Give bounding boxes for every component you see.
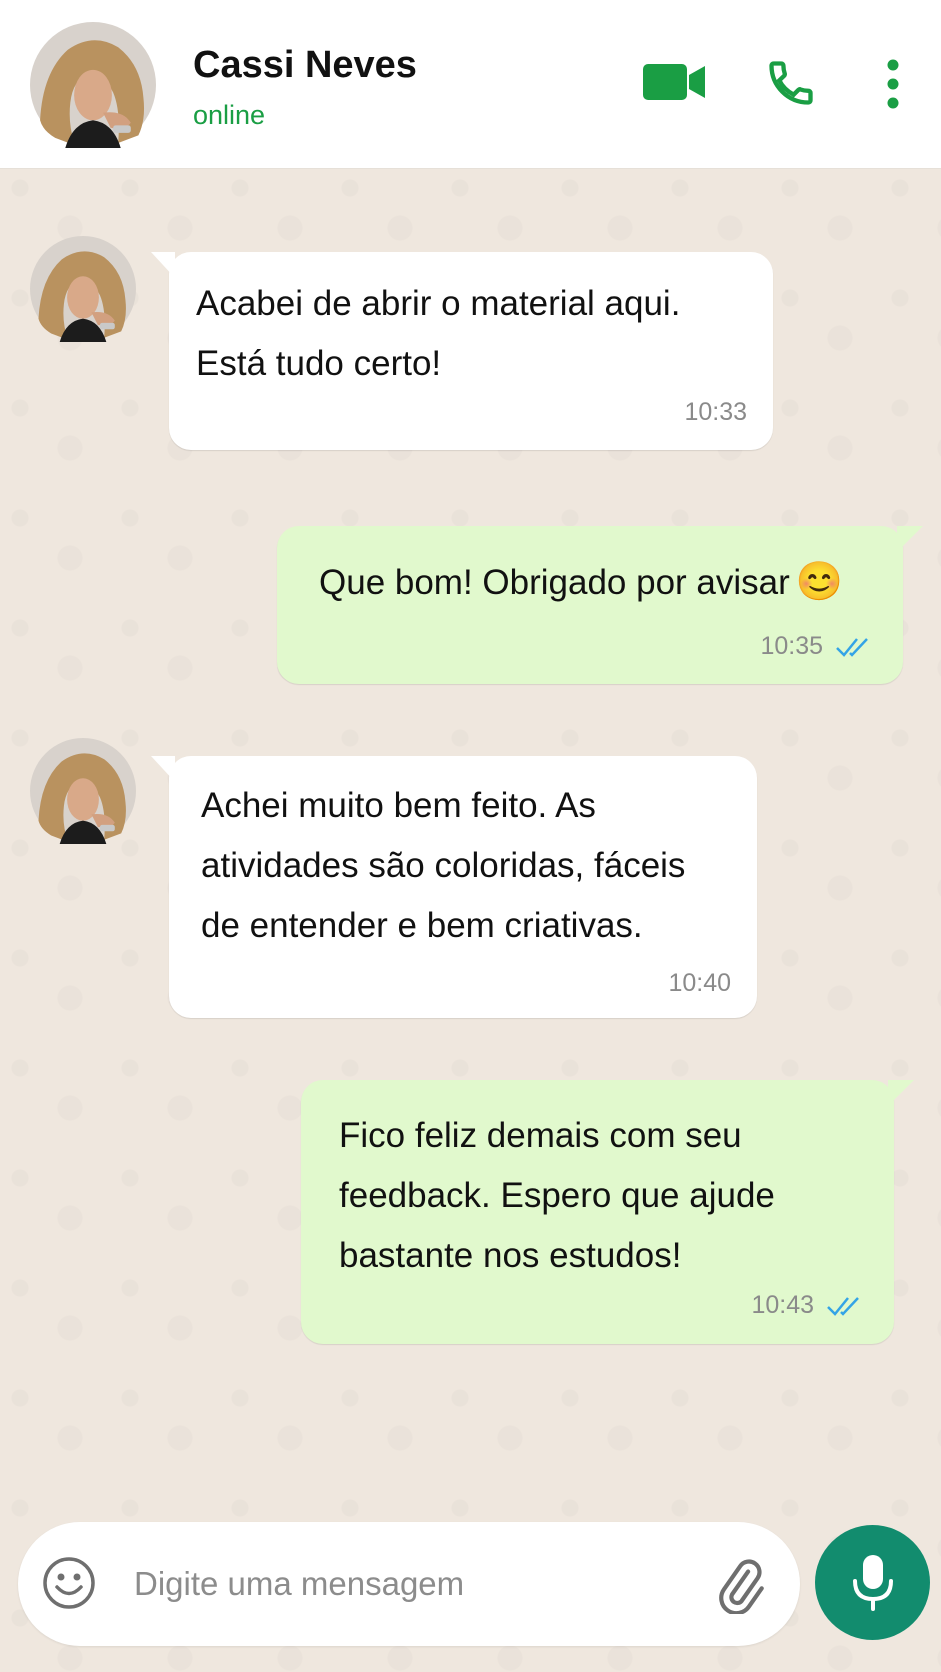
contact-name[interactable]: Cassi Neves <box>193 44 417 87</box>
emoji-icon[interactable] <box>42 1556 96 1610</box>
more-menu-icon[interactable] <box>885 58 901 110</box>
bubble-tail <box>888 1080 914 1106</box>
message-bubble-incoming[interactable]: Acabei de abrir o material aqui. Está tu… <box>151 252 773 450</box>
message-time: 10:40 <box>668 969 731 997</box>
smiling-face-emoji: 😊 <box>795 561 844 603</box>
attach-icon[interactable] <box>712 1558 768 1614</box>
message-text-line: Fico feliz demais com seu <box>339 1116 742 1155</box>
mic-button[interactable] <box>815 1525 930 1640</box>
message-text-line: Acabei de abrir o material aqui. <box>196 284 681 323</box>
message-input[interactable] <box>134 1554 694 1614</box>
message-text-line: bastante nos estudos! <box>339 1236 682 1275</box>
double-check-icon <box>827 1297 859 1316</box>
double-check-icon <box>836 638 868 657</box>
message-bubble-outgoing[interactable]: Que bom! Obrigado por avisar 😊 10:35 <box>277 526 923 684</box>
video-call-icon[interactable] <box>643 60 705 104</box>
message-text-line: de entender e bem criativas. <box>201 906 643 945</box>
message-time: 10:43 <box>751 1291 814 1319</box>
chat-header: Cassi Neves online <box>0 0 941 169</box>
contact-status: online <box>193 100 266 130</box>
sender-avatar[interactable] <box>30 236 136 342</box>
message-bubble-outgoing[interactable]: Fico feliz demais com seu feedback. Espe… <box>301 1080 914 1344</box>
bubble-tail <box>151 756 175 782</box>
contact-avatar[interactable] <box>30 22 156 148</box>
sender-avatar[interactable] <box>30 738 136 844</box>
message-text-line: Achei muito bem feito. As <box>201 786 596 825</box>
bubble-tail <box>897 526 923 552</box>
voice-call-icon[interactable] <box>765 56 817 110</box>
mic-icon <box>853 1555 893 1611</box>
message-time: 10:33 <box>684 398 747 426</box>
message-text-line: Que bom! Obrigado por avisar 😊 <box>319 552 843 613</box>
message-text-line: atividades são coloridas, fáceis <box>201 846 686 885</box>
message-text-line: feedback. Espero que ajude <box>339 1176 775 1215</box>
message-bubble-incoming[interactable]: Achei muito bem feito. As atividades são… <box>151 756 757 1018</box>
message-text-line: Está tudo certo! <box>196 344 442 383</box>
message-text: Que bom! Obrigado por avisar <box>319 563 790 602</box>
bubble-tail <box>151 252 175 278</box>
message-time: 10:35 <box>760 632 823 660</box>
